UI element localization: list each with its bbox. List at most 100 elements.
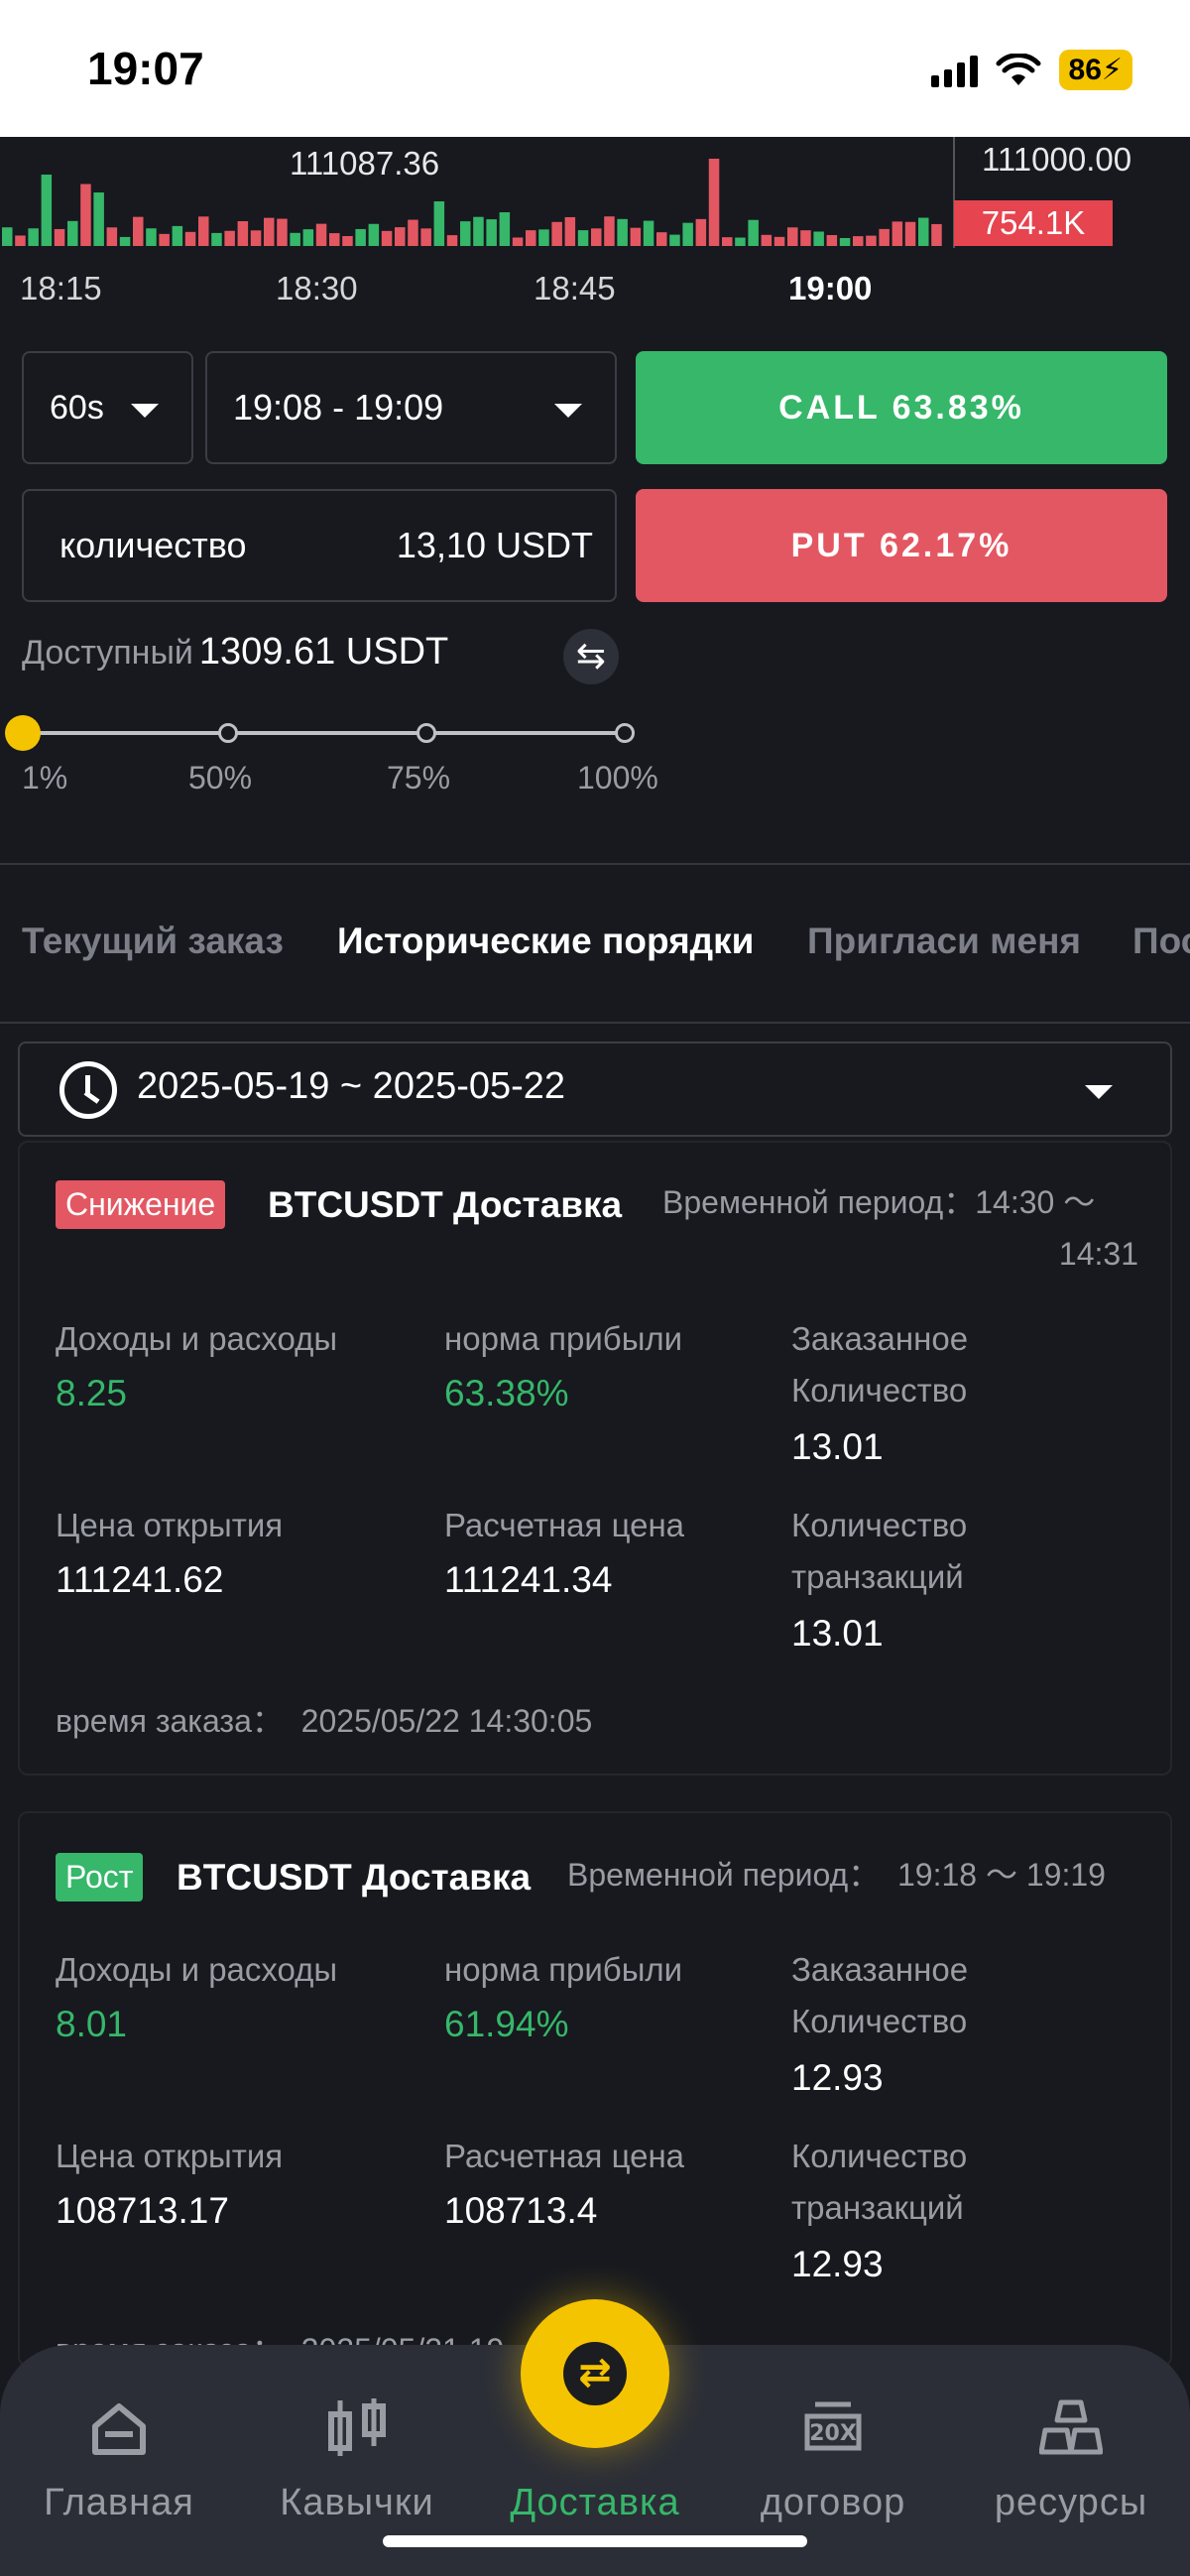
volume-bar — [774, 236, 785, 246]
volume-bar — [302, 229, 314, 246]
tx-qty-value: 13.01 — [791, 1613, 884, 1654]
volume-bar — [264, 217, 275, 246]
volume-bar — [787, 227, 798, 246]
interval-value: 60s — [50, 389, 104, 427]
nav-label: Кавычки — [280, 2482, 434, 2523]
volume-bar — [904, 221, 916, 246]
chevron-down-icon — [131, 404, 159, 418]
profit-rate-label: норма прибыли — [444, 1951, 683, 1988]
amount-slider-track[interactable] — [22, 731, 627, 735]
battery-icon: 86⚡ — [1058, 50, 1132, 90]
volume-bar — [735, 237, 746, 246]
call-button[interactable]: CALL 63.83% — [636, 351, 1167, 464]
available-balance: Доступный 1309.61 USDT — [22, 631, 448, 674]
status-time: 19:07 — [87, 43, 204, 94]
volume-bar — [577, 230, 589, 246]
time-label: 18:45 — [534, 270, 616, 307]
order-card[interactable]: Рост BTCUSDT Доставка Временной период： … — [18, 1811, 1172, 2368]
volume-bar — [2, 227, 13, 246]
date-range-value: 2025-05-19 ~ 2025-05-22 — [137, 1065, 566, 1107]
slider-stop-50[interactable] — [218, 723, 238, 743]
tab-more[interactable]: Пос — [1132, 920, 1190, 962]
volume-bar — [551, 221, 562, 246]
volume-bar — [368, 223, 380, 246]
swap-icon[interactable]: ⇆ — [563, 629, 619, 684]
delivery-center-button[interactable]: ⇄ — [521, 2299, 669, 2448]
date-range-picker[interactable]: 2025-05-19 ~ 2025-05-22 — [18, 1042, 1172, 1137]
interval-select[interactable]: 60s — [22, 351, 193, 464]
order-card[interactable]: Снижение BTCUSDT Доставка Временной пери… — [18, 1141, 1172, 1776]
time-label: 19:00 — [788, 270, 873, 307]
tx-qty-label: транзакций — [791, 1558, 964, 1595]
volume-bar — [106, 227, 118, 246]
volume-bar — [224, 230, 235, 246]
slider-stop-75[interactable] — [416, 723, 436, 743]
ordered-qty-label: Заказанное — [791, 1320, 969, 1357]
put-button[interactable]: PUT 62.17% — [636, 489, 1167, 602]
signal-icon — [930, 54, 978, 87]
tx-qty-label: Количество — [791, 1507, 968, 1543]
quantity-label: количество — [60, 525, 247, 565]
volume-bar — [433, 201, 445, 246]
volume-bar — [617, 218, 628, 246]
volume-bar — [237, 220, 249, 246]
nav-item-assets[interactable]: ресурсы — [952, 2345, 1190, 2576]
volume-bar — [604, 216, 615, 246]
volume-bar — [460, 221, 471, 246]
ordered-qty-label: Заказанное — [791, 1951, 969, 1988]
volume-bar — [800, 230, 811, 246]
volume-bar — [682, 222, 693, 246]
quantity-field[interactable]: количество 13,10 USDT — [22, 489, 617, 602]
profit-rate-value: 61.94% — [444, 2004, 569, 2044]
volume-bar — [630, 227, 642, 246]
svg-text:20X: 20X — [809, 2421, 857, 2446]
slider-mark-label: 50% — [188, 760, 253, 796]
volume-bar — [526, 230, 536, 246]
time-range-select[interactable]: 19:08 - 19:09 — [205, 351, 617, 464]
volume-bar — [761, 234, 773, 246]
swap-icon: ⇄ — [563, 2342, 627, 2405]
volume-bar — [329, 233, 340, 246]
ordered-qty-value: 12.93 — [791, 2057, 884, 2098]
tx-qty-label: транзакций — [791, 2189, 964, 2226]
volume-bar — [420, 228, 431, 246]
volume-bar — [708, 159, 720, 246]
pnl-value: 8.01 — [56, 2004, 128, 2044]
slider-thumb[interactable] — [5, 715, 41, 751]
volume-bar — [408, 219, 418, 246]
volume-bar — [159, 233, 170, 246]
nav-label: ресурсы — [994, 2482, 1148, 2523]
order-period-label: Временной период： — [662, 1184, 976, 1220]
home-icon — [92, 2403, 146, 2455]
volume-bar — [931, 223, 942, 246]
slider-mark-label: 100% — [577, 760, 658, 796]
slider-stop-100[interactable] — [615, 723, 635, 743]
nav-label: договор — [760, 2482, 906, 2523]
volume-bar — [591, 228, 602, 246]
time-label: 18:15 — [20, 270, 102, 307]
volume-bar — [538, 229, 549, 246]
order-period: Временной период：14:30 ～ — [662, 1176, 1095, 1228]
tx-qty-value: 12.93 — [791, 2244, 884, 2284]
tab-current-order[interactable]: Текущий заказ — [22, 920, 284, 962]
status-icons: 86⚡ — [930, 50, 1132, 90]
home-indicator — [383, 2535, 807, 2547]
ordered-qty-label: Количество — [791, 2003, 968, 2039]
volume-bar — [41, 175, 53, 246]
volume-bar — [28, 228, 39, 246]
nav-item-home[interactable]: Главная — [0, 2345, 238, 2576]
order-period: Временной период： 19:18 ～ 19:19 — [567, 1857, 1106, 1893]
wifi-icon — [996, 53, 1041, 85]
tab-invite-me[interactable]: Пригласи меня — [807, 920, 1081, 962]
tab-history-orders[interactable]: Исторические порядки — [337, 920, 754, 962]
volume-bar — [54, 228, 65, 246]
settle-price-value: 111241.34 — [444, 1559, 613, 1600]
volume-bar — [211, 232, 222, 246]
slider-mark-label: 75% — [387, 760, 451, 796]
order-period-end: 14:31 — [1058, 1236, 1138, 1272]
volume-bar — [93, 192, 104, 246]
volume-bar — [499, 212, 511, 246]
volume-bar — [119, 236, 131, 246]
order-pair: BTCUSDT Доставка — [268, 1184, 623, 1225]
status-bar: 19:07 86⚡ — [0, 0, 1190, 137]
